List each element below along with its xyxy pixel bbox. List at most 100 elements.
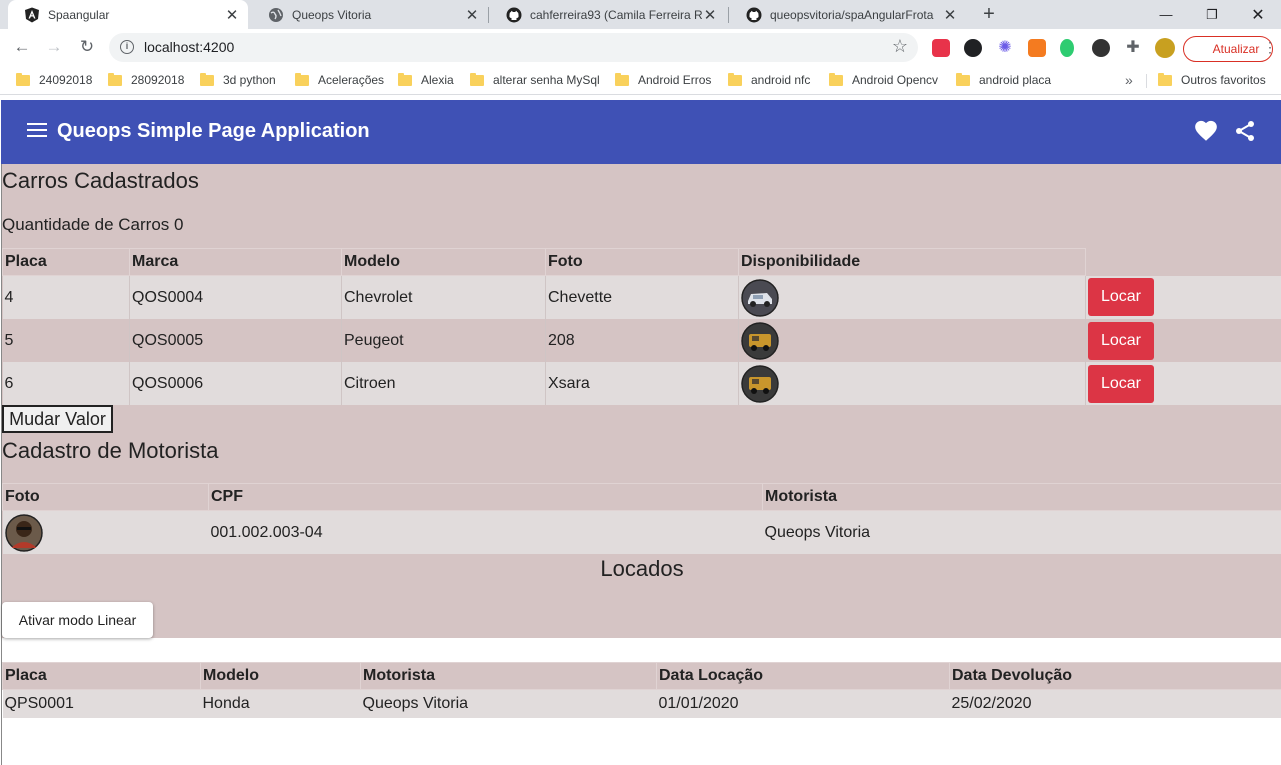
- browser-tab-spaangularfrota[interactable]: queopsvitoria/spaAngularFrota ✕: [730, 0, 966, 29]
- folder-icon: [16, 72, 30, 86]
- car-photo: [741, 364, 779, 403]
- tab-title: Queops Vitoria: [292, 7, 372, 22]
- extension-snowflake-icon[interactable]: ✺: [996, 39, 1014, 57]
- cell-action: Locar: [1085, 275, 1281, 319]
- column-header: Placa: [2, 248, 130, 276]
- bookmark-label: Alexia: [421, 73, 454, 87]
- extension-dark-icon[interactable]: [1092, 39, 1110, 57]
- drivers-heading: Cadastro de Motorista: [2, 438, 219, 463]
- bookmark-folder[interactable]: Android Erros: [615, 72, 711, 88]
- bookmarks-overflow-icon[interactable]: »: [1125, 72, 1133, 88]
- address-bar[interactable]: i localhost:4200 ☆: [109, 33, 918, 62]
- more-vert-icon[interactable]: ⋮: [1258, 35, 1281, 59]
- close-window-icon[interactable]: ✕: [1235, 0, 1281, 29]
- column-header: Marca: [129, 248, 342, 276]
- globe-icon: [268, 7, 284, 23]
- app-toolbar: Queops Simple Page Application: [1, 100, 1281, 164]
- rent-button[interactable]: Locar: [1088, 278, 1154, 317]
- cars-table: Placa Marca Modelo Foto Disponibilidade …: [2, 248, 1281, 405]
- tab-separator: [728, 7, 729, 23]
- update-label: Atualizar: [1212, 42, 1260, 56]
- column-header: Motorista: [360, 662, 657, 690]
- cell-data-locacao: 01/01/2020: [656, 689, 950, 718]
- close-icon[interactable]: ✕: [942, 6, 958, 24]
- bookmark-folder[interactable]: Android Opencv: [829, 72, 938, 88]
- extension-red-icon[interactable]: [932, 39, 950, 57]
- folder-icon: [829, 72, 843, 86]
- avatar[interactable]: [1155, 38, 1175, 58]
- bookmark-folder[interactable]: 3d python: [200, 72, 276, 88]
- folder-icon: [398, 72, 412, 86]
- column-header: Data Devolução: [949, 662, 1281, 690]
- rent-button[interactable]: Locar: [1088, 321, 1154, 360]
- car-photo: [741, 278, 779, 317]
- tab-strip: Spaangular ✕ Queops Vitoria ✕ cahferreir…: [0, 0, 1281, 29]
- bookmark-folder[interactable]: alterar senha MySql: [470, 72, 600, 88]
- table-row: QPS0001 Honda Queops Vitoria 01/01/2020 …: [2, 689, 1281, 718]
- bookmark-folder[interactable]: Alexia: [398, 72, 454, 88]
- column-header: Data Locação: [656, 662, 950, 690]
- bookmark-star-icon[interactable]: ☆: [892, 36, 908, 57]
- bookmark-folder[interactable]: android placa: [956, 72, 1051, 88]
- browser-tab-cahferreira[interactable]: cahferreira93 (Camila Ferreira Rib ✕: [490, 0, 726, 29]
- bookmark-folder[interactable]: Acelerações: [295, 72, 384, 88]
- puzzle-icon[interactable]: ✚: [1124, 39, 1142, 57]
- column-header: Placa: [2, 662, 201, 690]
- bookmark-label: Outros favoritos: [1181, 73, 1266, 87]
- close-icon[interactable]: ✕: [464, 6, 480, 24]
- tab-title: Spaangular: [48, 7, 110, 22]
- cell-marca: QOS0004: [129, 275, 342, 319]
- browser-tab-queops[interactable]: Queops Vitoria ✕: [252, 0, 488, 29]
- cell-data-devolucao: 25/02/2020: [949, 689, 1281, 718]
- extension-badge-icon[interactable]: [964, 39, 982, 57]
- forward-icon[interactable]: →: [42, 35, 66, 59]
- cell-modelo: Citroen: [341, 362, 546, 405]
- car-count-label: Quantidade de Carros 0: [2, 215, 184, 234]
- bookmark-folder[interactable]: android nfc: [728, 72, 810, 88]
- tab-title: queopsvitoria/spaAngularFrota: [770, 7, 934, 22]
- site-info-icon[interactable]: i: [120, 40, 134, 54]
- restore-icon[interactable]: ❐: [1189, 0, 1235, 29]
- share-icon[interactable]: [1233, 118, 1257, 144]
- reload-icon[interactable]: ↻: [75, 35, 99, 59]
- cell-action: Locar: [1085, 362, 1281, 405]
- cell-disponibilidade: [738, 362, 1086, 405]
- column-header: Disponibilidade: [738, 248, 1086, 276]
- column-header: Foto: [2, 483, 209, 511]
- folder-icon: [728, 72, 742, 86]
- bookmark-folder[interactable]: 24092018: [16, 72, 92, 88]
- bookmark-folder[interactable]: 28092018: [108, 72, 184, 88]
- minimize-icon[interactable]: —: [1143, 0, 1189, 29]
- url-text: localhost:4200: [144, 39, 235, 55]
- extension-green-icon[interactable]: [1060, 39, 1074, 57]
- back-icon[interactable]: ←: [10, 35, 34, 59]
- angular-icon: [24, 7, 40, 23]
- main-content: Carros Cadastrados Quantidade de Carros …: [1, 164, 1281, 765]
- bookmarks-separator: [1146, 74, 1147, 88]
- change-value-button[interactable]: Mudar Valor: [2, 405, 113, 433]
- close-icon[interactable]: ✕: [224, 6, 240, 24]
- bookmark-label: 3d python: [223, 73, 276, 87]
- bookmark-label: Android Opencv: [852, 73, 939, 87]
- rent-button[interactable]: Locar: [1088, 364, 1154, 403]
- folder-icon: [615, 72, 629, 86]
- close-icon[interactable]: ✕: [702, 6, 718, 24]
- heart-icon[interactable]: [1193, 118, 1219, 144]
- bookmark-label: 24092018: [39, 73, 93, 87]
- drivers-table: Foto CPF Motorista 001.002.003-04 Queops…: [2, 483, 1281, 554]
- new-tab-button[interactable]: +: [979, 4, 999, 24]
- linear-mode-button[interactable]: Ativar modo Linear: [2, 602, 153, 638]
- column-header: Modelo: [200, 662, 361, 690]
- cell-foto: 208: [545, 319, 739, 362]
- other-favorites-folder[interactable]: Outros favoritos: [1158, 72, 1266, 88]
- folder-icon: [470, 72, 484, 86]
- menu-icon[interactable]: [27, 123, 47, 139]
- cell-foto: Xsara: [545, 362, 739, 405]
- driver-photo: [4, 513, 43, 552]
- bookmark-label: Acelerações: [318, 73, 385, 87]
- bookmark-label: android placa: [979, 73, 1052, 87]
- extension-off-icon[interactable]: [1028, 39, 1046, 57]
- column-header: Modelo: [341, 248, 546, 276]
- cell-disponibilidade: [738, 275, 1086, 319]
- browser-tab-spaangular[interactable]: Spaangular ✕: [8, 0, 248, 29]
